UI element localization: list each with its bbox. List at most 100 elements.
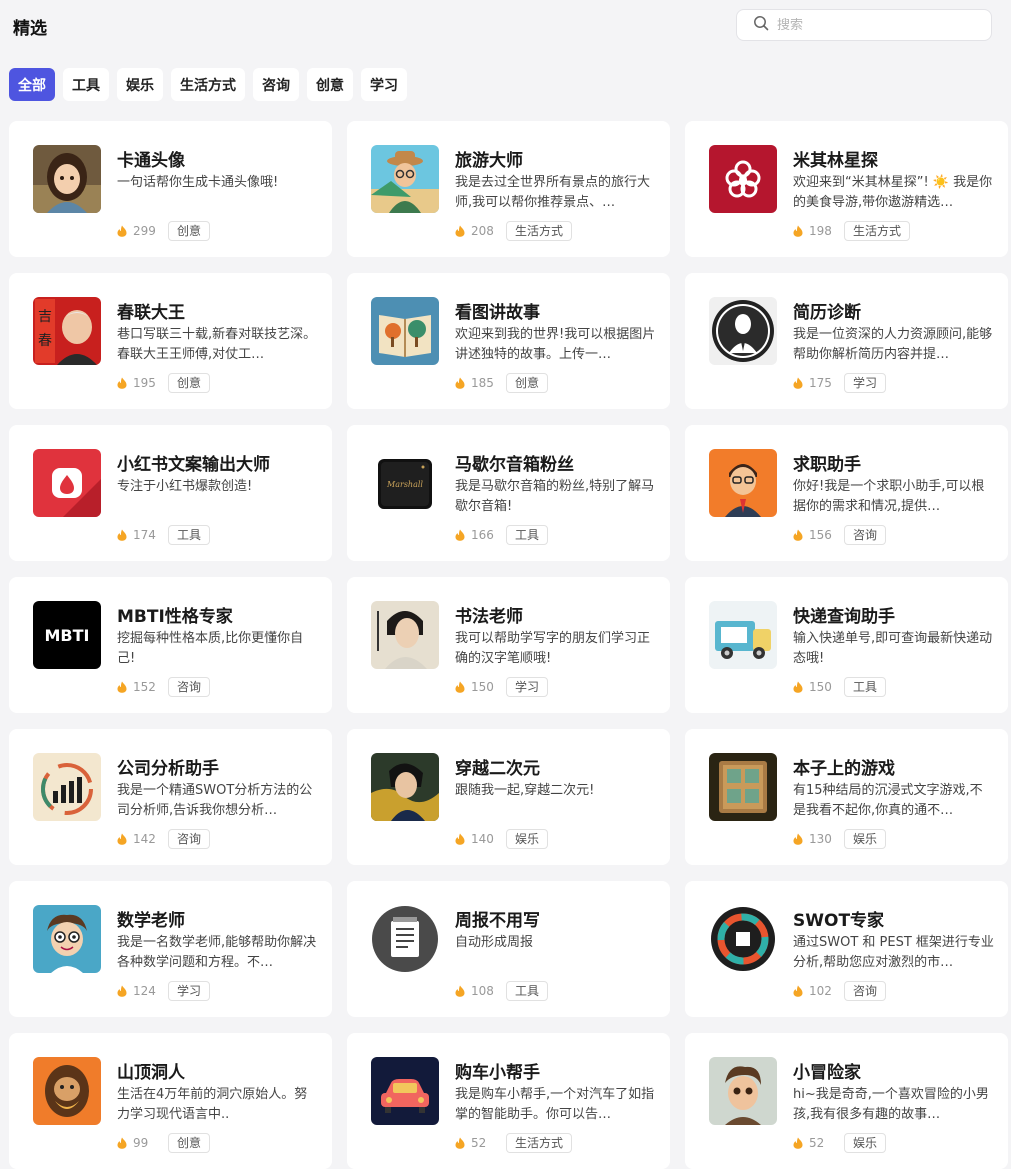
boy-adventurer-icon	[709, 1057, 777, 1125]
usage-count: 175	[809, 376, 832, 390]
category-tag[interactable]: 学习	[844, 373, 887, 393]
bot-card[interactable]: 吉春 春联大王 巷口写联三十载,新春对联技艺深。春联大王王师傅,对仗工… 195…	[9, 273, 332, 409]
category-tag[interactable]: 工具	[168, 525, 211, 545]
fire-icon	[117, 681, 127, 693]
usage-count: 142	[133, 832, 156, 846]
tab-lifestyle[interactable]: 生活方式	[171, 68, 245, 101]
category-tag[interactable]: 咨询	[168, 829, 211, 849]
bot-card[interactable]: 书法老师 我可以帮助学写字的朋友们学习正确的汉字笔顺哦! 150 学习	[347, 577, 670, 713]
bar-chart-icon	[33, 753, 101, 821]
traveler-avatar-icon	[371, 145, 439, 213]
category-tag[interactable]: 咨询	[844, 525, 887, 545]
category-tag[interactable]: 生活方式	[506, 221, 573, 241]
fire-icon	[455, 377, 465, 389]
card-title: 旅游大师	[455, 151, 523, 171]
tab-tools[interactable]: 工具	[63, 68, 109, 101]
bot-card[interactable]: 公司分析助手 我是一个精通SWOT分析方法的公司分析师,告诉我你想分析… 142…	[9, 729, 332, 865]
page-title: 精选	[13, 19, 47, 39]
category-tag[interactable]: 生活方式	[844, 221, 911, 241]
category-tag[interactable]: 工具	[844, 677, 887, 697]
bot-card[interactable]: 周报不用写 自动形成周报 108 工具	[347, 881, 670, 1017]
usage-count: 174	[133, 528, 156, 542]
card-meta: 208 生活方式	[455, 221, 573, 241]
category-tag[interactable]: 娱乐	[844, 829, 887, 849]
bot-card[interactable]: 本子上的游戏 有15种结局的沉浸式文字游戏,不是我看不起你,你真的通不… 130…	[685, 729, 1008, 865]
card-meta: 152 咨询	[117, 677, 211, 697]
category-tag[interactable]: 工具	[506, 525, 549, 545]
bot-card[interactable]: 穿越二次元 跟随我一起,穿越二次元! 140 娱乐	[347, 729, 670, 865]
card-meta: 299 创意	[117, 221, 211, 241]
category-tag[interactable]: 创意	[168, 221, 211, 241]
caveman-avatar-icon	[33, 1057, 101, 1125]
fire-icon	[117, 833, 127, 845]
category-tag[interactable]: 创意	[168, 373, 211, 393]
tab-entertainment[interactable]: 娱乐	[117, 68, 163, 101]
category-tag[interactable]: 咨询	[168, 677, 211, 697]
mbti-logo-icon: MBTI	[33, 601, 101, 669]
bot-card[interactable]: 旅游大师 我是去过全世界所有景点的旅行大师,我可以帮你推荐景点、… 208 生活…	[347, 121, 670, 257]
bot-card[interactable]: 看图讲故事 欢迎来到我的世界!我可以根据图片讲述独特的故事。上传一… 185 创…	[347, 273, 670, 409]
bot-card-grid: 卡通头像 一句话帮你生成卡通头像哦! 299 创意 旅游大师 我是去过全世界所有…	[9, 121, 1008, 1169]
search-box[interactable]	[736, 9, 992, 41]
card-description: 自动形成周报	[455, 935, 534, 950]
bot-card[interactable]: 米其林星探 欢迎来到“米其林星探”! ☀️ 我是你的美食导游,带你遨游精选… 1…	[685, 121, 1008, 257]
bot-card[interactable]: 数学老师 我是一名数学老师,能够帮助你解决各种数学问题和方程。不… 124 学习	[9, 881, 332, 1017]
fire-icon	[455, 529, 465, 541]
card-title: 穿越二次元	[455, 759, 540, 779]
category-tag[interactable]: 学习	[168, 981, 211, 1001]
bot-card[interactable]: SWOT专家 通过SWOT 和 PEST 框架进行专业分析,帮助您应对激烈的市……	[685, 881, 1008, 1017]
category-tag[interactable]: 工具	[506, 981, 549, 1001]
fire-icon	[455, 225, 465, 237]
usage-count: 99	[133, 1136, 149, 1150]
usage-count: 102	[809, 984, 832, 998]
fire-icon	[455, 1137, 465, 1149]
card-meta: 150 学习	[455, 677, 549, 697]
svg-text:Marshall: Marshall	[386, 480, 423, 489]
bot-card[interactable]: 小冒险家 hi~我是奇奇,一个喜欢冒险的小男孩,我有很多有趣的故事… 52 娱乐	[685, 1033, 1008, 1169]
category-tag[interactable]: 娱乐	[506, 829, 549, 849]
bot-card[interactable]: 购车小帮手 我是购车小帮手,一个对汽车了如指掌的智能助手。你可以告… 52 生活…	[347, 1033, 670, 1169]
bot-card[interactable]: Marshall 马歇尔音箱粉丝 我是马歇尔音箱的粉丝,特别了解马歇尔音箱! 1…	[347, 425, 670, 561]
bot-card[interactable]: 简历诊断 我是一位资深的人力资源顾问,能够帮助你解析简历内容并提… 175 学习	[685, 273, 1008, 409]
usage-count: 299	[133, 224, 156, 238]
card-description: 我是一名数学老师,能够帮助你解决各种数学问题和方程。不…	[117, 935, 317, 970]
swot-logo-icon	[709, 905, 777, 973]
bot-card[interactable]: 卡通头像 一句话帮你生成卡通头像哦! 299 创意	[9, 121, 332, 257]
job-seeker-avatar-icon	[709, 449, 777, 517]
card-title: 山顶洞人	[117, 1063, 185, 1083]
tab-consulting[interactable]: 咨询	[253, 68, 299, 101]
category-tag[interactable]: 咨询	[844, 981, 887, 1001]
usage-count: 124	[133, 984, 156, 998]
michelin-star-icon	[709, 145, 777, 213]
category-tag[interactable]: 学习	[506, 677, 549, 697]
card-description: 我是一位资深的人力资源顾问,能够帮助你解析简历内容并提…	[793, 327, 993, 362]
tab-learning[interactable]: 学习	[361, 68, 407, 101]
bot-card[interactable]: 快递查询助手 输入快递单号,即可查询最新快递动态哦! 150 工具	[685, 577, 1008, 713]
caveman-avatar-icon	[33, 1057, 101, 1125]
fire-icon	[117, 1137, 127, 1149]
fire-icon	[117, 985, 127, 997]
card-title: 快递查询助手	[793, 607, 895, 627]
cartoon-girl-avatar-icon	[33, 145, 101, 213]
teacher-avatar-icon	[33, 905, 101, 973]
card-description: 挖掘每种性格本质,比你更懂你自己!	[117, 631, 304, 666]
card-meta: 198 生活方式	[793, 221, 911, 241]
card-title: 小红书文案输出大师	[117, 455, 270, 475]
usage-count: 195	[133, 376, 156, 390]
card-meta: 175 学习	[793, 373, 887, 393]
search-input[interactable]	[777, 17, 977, 33]
bot-card[interactable]: 山顶洞人 生活在4万年前的洞穴原始人。努力学习现代语言中.. 99 创意	[9, 1033, 332, 1169]
category-tag[interactable]: 创意	[168, 1133, 211, 1153]
bot-card[interactable]: 小红书文案输出大师 专注于小红书爆款创造! 174 工具	[9, 425, 332, 561]
job-seeker-avatar-icon	[709, 449, 777, 517]
bot-card[interactable]: MBTI MBTI性格专家 挖掘每种性格本质,比你更懂你自己! 152 咨询	[9, 577, 332, 713]
tab-creative[interactable]: 创意	[307, 68, 353, 101]
category-tag[interactable]: 生活方式	[506, 1133, 573, 1153]
bot-card[interactable]: 求职助手 你好!我是一个求职小助手,可以根据你的需求和情况,提供… 156 咨询	[685, 425, 1008, 561]
category-tag[interactable]: 娱乐	[844, 1133, 887, 1153]
calligrapher-avatar-icon	[371, 601, 439, 669]
calligrapher-avatar-icon	[371, 601, 439, 669]
tab-all[interactable]: 全部	[9, 68, 55, 101]
category-tag[interactable]: 创意	[506, 373, 549, 393]
usage-count: 140	[471, 832, 494, 846]
